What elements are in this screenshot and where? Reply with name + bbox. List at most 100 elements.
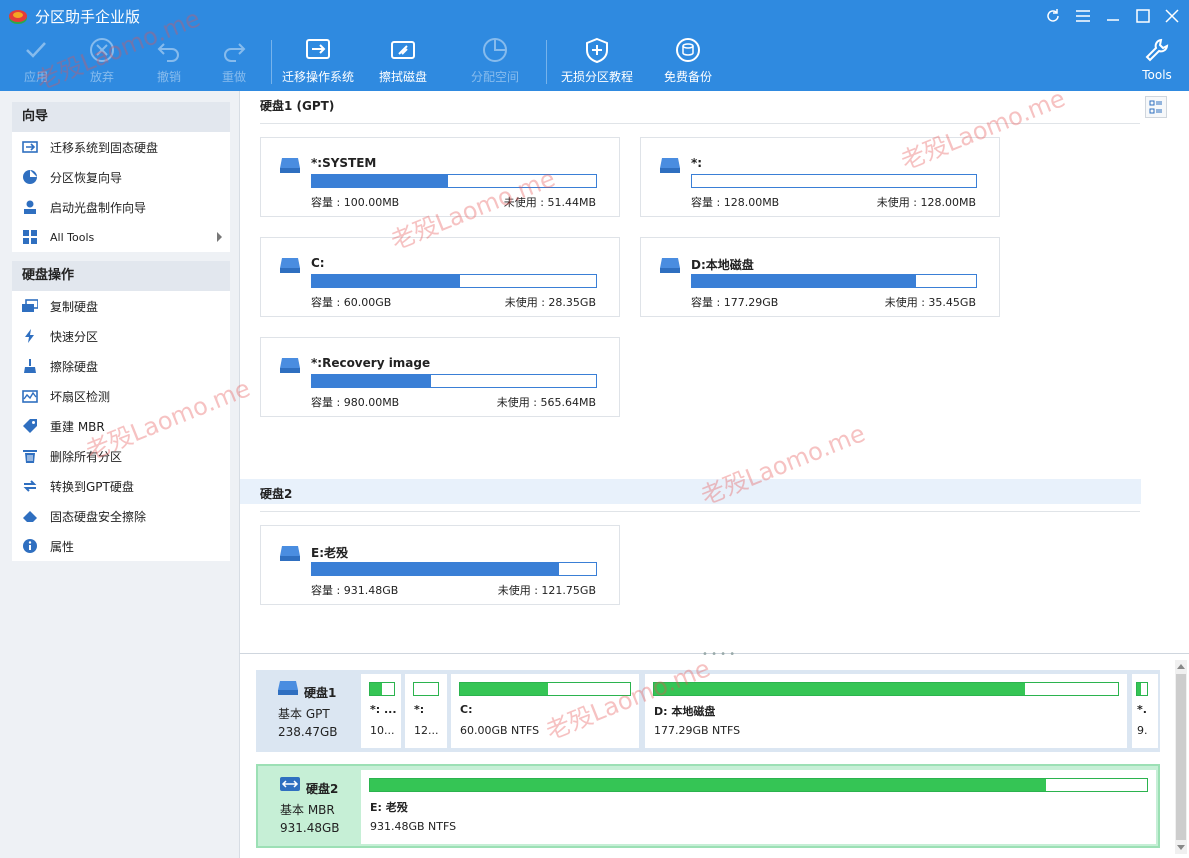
scroll-down-icon[interactable] [1177,845,1185,850]
sidebar-item-quick-partition[interactable]: 快速分区 [12,321,230,351]
sidebar-item-bootable-media[interactable]: 启动光盘制作向导 [12,192,230,222]
disk-map-row-selected[interactable]: 硬盘2 基本 MBR 931.48GB E: 老殁 931.48GB NTFS [256,764,1160,848]
disk-map-row[interactable]: 硬盘1 基本 GPT 238.47GB *: ... 10... *: 12..… [256,670,1160,752]
partition-segment[interactable]: *: 12... [405,674,447,748]
partition-segment[interactable]: *: ... 10... [361,674,401,748]
usage-bar [459,682,631,696]
disk-ops-header: 硬盘操作 [12,261,230,291]
usage-bar [369,778,1148,792]
disk-map-panel: • • • • 硬盘1 基本 GPT 238.47GB *: ... 10...… [239,649,1189,858]
sidebar-item-convert-gpt[interactable]: 转换到GPT硬盘 [12,471,230,501]
sidebar-item-properties[interactable]: 属性 [12,531,230,561]
refresh-icon[interactable] [1043,6,1063,26]
sidebar-item-bad-sector[interactable]: 坏扇区检测 [12,381,230,411]
app-logo-icon [9,10,27,24]
chevron-right-icon [217,232,222,242]
partition-segment[interactable]: C: 60.00GB NTFS [451,674,639,748]
splitter-handle[interactable]: • • • • [702,649,735,660]
migrate-os-icon [306,39,330,59]
convert-icon [22,478,38,494]
scroll-up-icon[interactable] [1177,664,1185,669]
disk2-header-band [240,479,1141,504]
disk-icon [280,546,300,561]
sidebar-item-copy-disk[interactable]: 复制硬盘 [12,291,230,321]
mbr-disk-icon [280,777,300,791]
check-icon [26,42,46,58]
sidebar-item-partition-recovery[interactable]: 分区恢复向导 [12,162,230,192]
disk2-title: 硬盘2 [260,487,293,501]
partition-card[interactable]: *:Recovery image 容量 : 980.00MB 未使用 : 565… [260,337,620,417]
sidebar-item-delete-all[interactable]: 删除所有分区 [12,441,230,471]
minimize-button[interactable] [1103,6,1123,26]
disk-info: 硬盘1 基本 GPT 238.47GB [256,670,356,752]
disk-icon [280,158,300,173]
app-title: 分区助手企业版 [35,8,141,26]
sidebar-item-ssd-erase[interactable]: 固态硬盘安全擦除 [12,501,230,531]
toolbar: 应用 放弃 撤销 重做 迁移操作系统 擦拭磁盘 分配空间 无损分区教程 免费备份… [0,32,1189,91]
sidebar-item-migrate-ssd[interactable]: 迁移系统到固态硬盘 [12,132,230,162]
shield-icon [586,37,608,64]
disk-icon [280,358,300,373]
wipe-disk-button[interactable]: 擦拭磁盘 [378,36,428,88]
partition-segment[interactable]: D: 本地磁盘 177.29GB NTFS [645,674,1127,748]
bad-sector-icon [22,388,38,404]
redo-button[interactable]: 重做 [216,36,252,88]
usage-bar [691,174,977,188]
usage-bar [653,682,1119,696]
wizard-header: 向导 [12,102,230,132]
undo-icon [157,43,179,62]
divider [260,123,1140,124]
partition-card[interactable]: E:老殁 容量 : 931.48GB 未使用 : 121.75GB [260,525,620,605]
apply-button[interactable]: 应用 [18,36,54,88]
sidebar-item-all-tools[interactable]: All Tools [12,222,230,252]
toolbar-separator [271,40,272,84]
disk1-title: 硬盘1 (GPT) [260,99,335,113]
usage-bar [311,374,597,388]
partition-segment[interactable]: *. 9. [1132,674,1158,748]
disk-icon [280,258,300,273]
partition-card[interactable]: C: 容量 : 60.00GB 未使用 : 28.35GB [260,237,620,317]
wipe-disk-icon [391,41,415,59]
usage-bar [691,274,977,288]
migrate-os-button[interactable]: 迁移操作系统 [282,36,354,88]
usage-bar [311,274,597,288]
usage-bar [369,682,395,696]
view-toggle-button[interactable] [1145,96,1167,118]
usage-bar [1136,682,1148,696]
undo-button[interactable]: 撤销 [151,36,187,88]
vertical-scrollbar[interactable] [1175,660,1187,854]
bootable-media-icon [22,199,38,215]
allocate-space-button[interactable]: 分配空间 [470,36,520,88]
sidebar: 向导 迁移系统到固态硬盘 分区恢复向导 启动光盘制作向导 All Tools 硬… [0,91,239,858]
usage-bar [311,174,597,188]
title-bar: 分区助手企业版 [0,0,1189,32]
top-bar: 分区助手企业版 应用 放弃 撤销 重做 迁移操作系统 擦拭磁盘 分配空间 无损分… [0,0,1189,91]
lossless-tutorial-button[interactable]: 无损分区教程 [561,36,633,88]
tag-icon [22,418,38,434]
discard-button[interactable]: 放弃 [84,36,120,88]
tools-button[interactable]: Tools [1141,36,1173,88]
partition-card[interactable]: D:本地磁盘 容量 : 177.29GB 未使用 : 35.45GB [640,237,1000,317]
disk-icon [660,258,680,273]
partition-segment[interactable]: E: 老殁 931.48GB NTFS [361,770,1156,844]
broom-icon [22,358,38,374]
free-backup-button[interactable]: 免费备份 [664,36,712,88]
scroll-thumb[interactable] [1176,674,1186,840]
menu-icon[interactable] [1073,6,1093,26]
wizard-panel: 向导 迁移系统到固态硬盘 分区恢复向导 启动光盘制作向导 All Tools [12,102,230,252]
toolbar-separator [546,40,547,84]
disk-info: 硬盘2 基本 MBR 931.48GB [258,766,358,846]
wrench-icon [1145,38,1169,62]
maximize-button[interactable] [1133,6,1153,26]
discard-icon [90,38,114,62]
trash-icon [22,448,38,464]
sidebar-item-wipe-disk[interactable]: 擦除硬盘 [12,351,230,381]
partition-card[interactable]: *: 容量 : 128.00MB 未使用 : 128.00MB [640,137,1000,217]
partition-card[interactable]: *:SYSTEM 容量 : 100.00MB 未使用 : 51.44MB [260,137,620,217]
eraser-icon [22,508,38,524]
disk-ops-panel: 硬盘操作 复制硬盘 快速分区 擦除硬盘 坏扇区检测 重建 MBR 删除所有分区 … [12,261,230,561]
divider [260,511,1140,512]
lightning-icon [22,328,38,344]
sidebar-item-rebuild-mbr[interactable]: 重建 MBR [12,411,230,441]
close-button[interactable] [1162,6,1182,26]
